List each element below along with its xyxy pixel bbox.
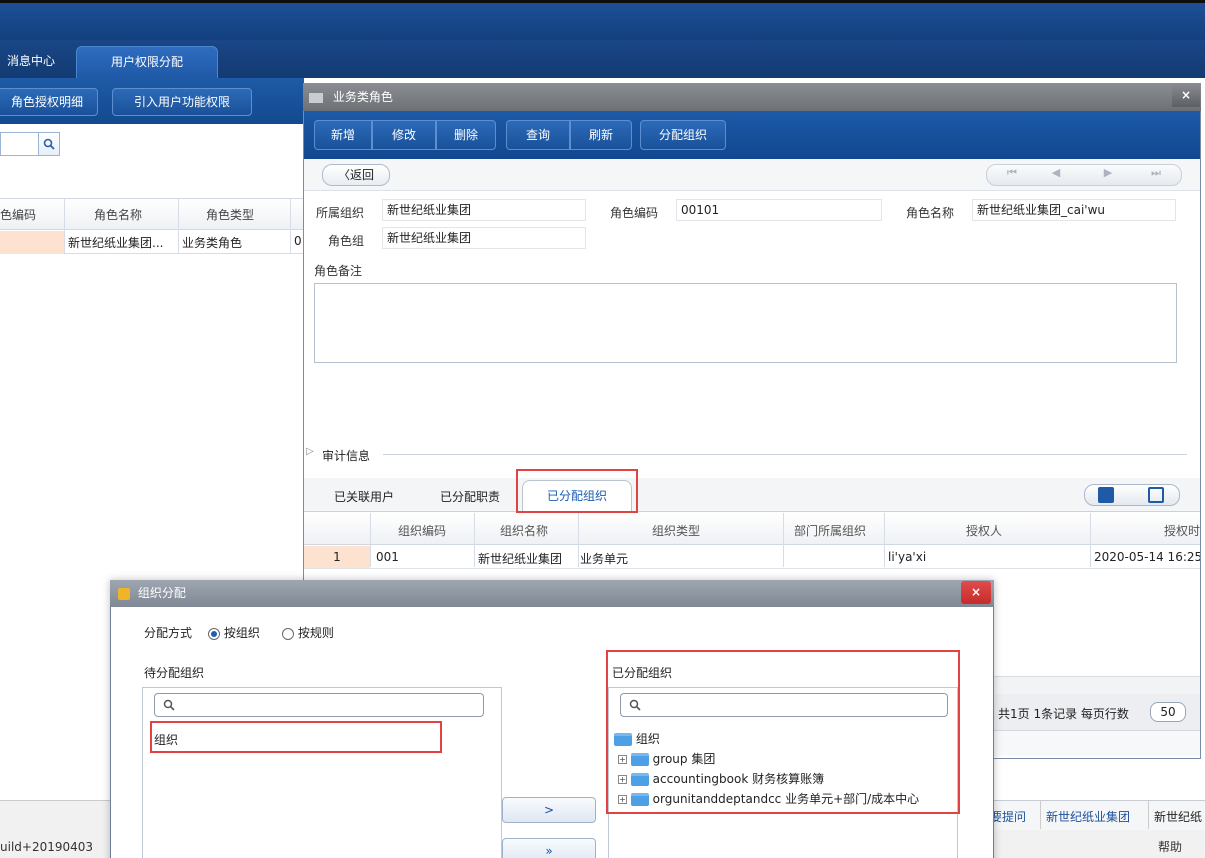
role-group-field[interactable]: 新世纪纸业集团 [382,227,586,249]
cell-extra: 0 [294,234,302,248]
top-header [0,0,1205,40]
cell-role-type: 业务类角色 [182,236,243,250]
cell-role-name: 新世纪纸业集团... [68,236,164,250]
row-number: 1 [304,546,370,568]
prev-record-icon[interactable]: ◀ [1046,166,1066,179]
column-org-code: 组织编码 [398,524,447,538]
taskbar-item-question[interactable]: 要提问 [990,808,1026,825]
role-code-label: 角色编码 [610,206,659,220]
pending-orgs-title: 待分配组织 [144,666,205,680]
org-label: 所属组织 [316,206,365,220]
delete-button[interactable]: 删除 [436,120,496,150]
role-name-field[interactable]: 新世纪纸业集团_cai'wu [972,199,1176,221]
search-icon [163,699,175,711]
assign-mode-label: 分配方式 [144,626,193,640]
cell-grant-time: 2020-05-14 16:25 [1094,550,1200,564]
left-grid-header [0,198,304,230]
back-button[interactable]: 〈返回 [322,164,390,186]
highlight-box [516,469,638,513]
table-row[interactable] [304,545,1200,569]
page-summary: 共1页 1条记录 每页行数 [998,707,1129,721]
search-icon[interactable] [38,132,60,156]
taskbar-item-group[interactable]: 新世纪纸业集团 [1046,808,1130,825]
move-all-right-button[interactable]: » [502,838,596,858]
import-user-permission-button[interactable]: 引入用户功能权限 [112,88,252,116]
taskbar-item-group-2[interactable]: 新世纪纸 [1154,808,1205,825]
app-icon [118,587,130,600]
role-name-label: 角色名称 [906,206,955,220]
assign-org-button[interactable]: 分配组织 [640,120,726,150]
add-button[interactable]: 新增 [314,120,372,150]
role-window-title: 业务类角色 [332,90,393,104]
move-right-button[interactable]: > [502,797,596,823]
cell-org-type: 业务单元 [580,552,629,566]
divider [383,454,1187,455]
window-icon [309,92,323,103]
mode-by-rule-label: 按规则 [297,626,334,640]
radio-selected-icon [208,627,220,640]
role-auth-detail-button[interactable]: 角色授权明细 [0,88,98,116]
mode-by-org-label: 按组织 [223,626,260,640]
build-version: uild+20190403 [0,840,94,854]
help-link[interactable]: 帮助 [1158,838,1182,855]
tab-user-permission[interactable]: 用户权限分配 [76,46,218,78]
column-dept-org: 部门所属组织 [794,524,867,538]
cell-org-name: 新世纪纸业集团 [478,552,563,566]
org-dialog-titlebar: 组织分配 [110,580,994,607]
add-org-icon[interactable] [1098,487,1114,503]
row-selector [0,231,64,254]
remove-org-icon[interactable] [1148,487,1164,503]
divider [1040,801,1041,829]
cell-grantor: li'ya'xi [888,550,927,564]
last-record-icon[interactable]: ⏭ [1146,166,1166,180]
highlight-box [150,721,442,753]
role-group-label: 角色组 [328,234,365,248]
close-icon[interactable]: × [961,581,991,604]
pending-search-input[interactable] [154,693,484,717]
radio-empty-icon [282,627,294,640]
role-note-label: 角色备注 [314,264,363,278]
column-role-type: 角色类型 [206,208,255,222]
cell-org-code: 001 [376,550,399,564]
column-grant-time: 授权时 [1164,524,1201,538]
column-role-name: 角色名称 [94,208,143,222]
detail-tabs [304,478,1200,512]
expand-triangle-icon[interactable]: ▷ [306,446,314,457]
mode-by-org-radio[interactable]: 按组织 [208,624,260,641]
org-field[interactable]: 新世纪纸业集团 [382,199,586,221]
mode-by-rule-radio[interactable]: 按规则 [282,624,334,641]
tab-message-center[interactable]: 消息中心 [0,46,62,78]
org-dialog-title: 组织分配 [137,586,186,600]
horizontal-scrollbar[interactable] [994,676,1200,694]
column-org-name: 组织名称 [500,524,549,538]
page-size-input[interactable]: 50 [1150,702,1186,722]
next-record-icon[interactable]: ▶ [1098,166,1118,179]
refresh-button[interactable]: 刷新 [570,120,632,150]
column-org-type: 组织类型 [652,524,701,538]
left-search-input[interactable] [0,132,40,156]
column-grantor: 授权人 [966,524,1003,538]
first-record-icon[interactable]: ⏮ [1002,166,1022,180]
column-role-code: 色编码 [0,208,37,222]
query-button[interactable]: 查询 [506,120,570,150]
role-code-field[interactable]: 00101 [676,199,882,221]
highlight-box [606,650,960,814]
edit-button[interactable]: 修改 [372,120,436,150]
audit-info-label[interactable]: 审计信息 [322,447,370,464]
tab-linked-users[interactable]: 已关联用户 [334,488,394,505]
app-window: 消息中心 用户权限分配 角色授权明细 引入用户功能权限 色编码 角色名称 角色类… [0,0,1205,858]
role-window-titlebar: 业务类角色 [303,83,1201,111]
tab-assigned-duties[interactable]: 已分配职责 [440,488,500,505]
divider [1148,801,1149,829]
window-bottom-bar [986,730,1200,756]
role-note-textarea[interactable] [314,283,1177,363]
close-icon[interactable]: × [1172,83,1200,107]
